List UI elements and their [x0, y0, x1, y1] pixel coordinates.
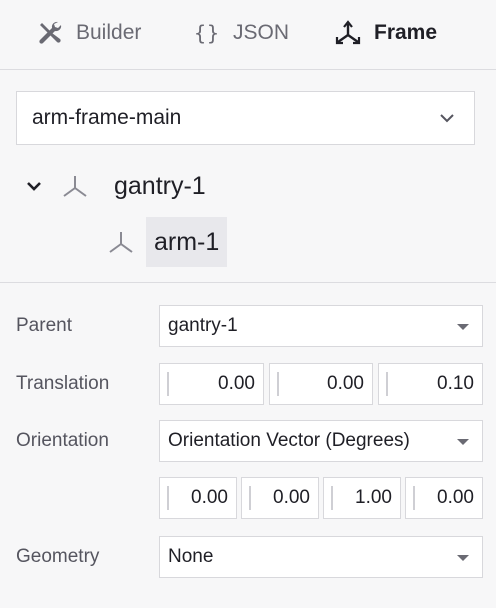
input-handle — [277, 372, 279, 396]
orientation-theta-value: 0.00 — [437, 487, 474, 508]
translation-x-input[interactable]: 0.00 — [159, 363, 264, 405]
section-divider — [0, 282, 496, 283]
input-handle — [167, 486, 169, 510]
tab-builder[interactable]: Builder — [36, 14, 141, 52]
translation-z-input[interactable]: 0.10 — [378, 363, 483, 405]
tree-item-gantry-label: gantry-1 — [114, 171, 206, 200]
tree-item-gantry[interactable]: gantry-1 — [22, 166, 206, 206]
geometry-select-value: None — [168, 546, 214, 567]
tab-bar: Builder {} JSON Frame — [0, 0, 496, 70]
translation-y-value: 0.00 — [327, 373, 364, 394]
braces-icon: {} — [193, 21, 221, 45]
orientation-type-select[interactable]: Orientation Vector (Degrees) — [159, 420, 483, 462]
input-handle — [331, 486, 333, 510]
input-handle — [386, 372, 388, 396]
geometry-select[interactable]: None — [159, 536, 483, 578]
orientation-x-input[interactable]: 0.00 — [159, 477, 237, 519]
frame-select-value: arm-frame-main — [32, 106, 182, 129]
frame-node-icon — [60, 171, 90, 201]
geometry-label: Geometry — [16, 546, 100, 567]
tab-json[interactable]: {} JSON — [193, 14, 289, 52]
frame-axes-icon — [334, 19, 362, 47]
dropdown-arrow-icon — [457, 555, 469, 561]
orientation-y-value: 0.00 — [273, 487, 310, 508]
tools-icon — [36, 19, 64, 47]
tab-frame-label: Frame — [374, 21, 438, 44]
dropdown-arrow-icon — [457, 324, 469, 330]
tree-item-arm[interactable]: arm-1 — [106, 217, 228, 267]
orientation-z-value: 1.00 — [355, 487, 392, 508]
tree-item-arm-selected[interactable]: arm-1 — [146, 217, 228, 267]
parent-select-value: gantry-1 — [168, 315, 238, 336]
tab-frame[interactable]: Frame — [334, 14, 437, 52]
input-handle — [413, 486, 415, 510]
tab-json-label: JSON — [233, 21, 290, 44]
expand-caret-icon[interactable] — [22, 174, 46, 198]
orientation-type-value: Orientation Vector (Degrees) — [168, 430, 410, 451]
frame-node-icon — [106, 227, 136, 257]
translation-x-value: 0.00 — [218, 373, 255, 394]
parent-select[interactable]: gantry-1 — [159, 305, 483, 347]
parent-label: Parent — [16, 315, 72, 336]
translation-z-value: 0.10 — [437, 373, 474, 394]
input-handle — [249, 486, 251, 510]
translation-label: Translation — [16, 373, 110, 394]
tab-builder-label: Builder — [76, 21, 142, 44]
input-handle — [167, 372, 169, 396]
orientation-y-input[interactable]: 0.00 — [241, 477, 319, 519]
tree-item-arm-label: arm-1 — [154, 227, 220, 256]
frame-select[interactable]: arm-frame-main — [16, 91, 475, 145]
orientation-label: Orientation — [16, 430, 109, 451]
chevron-down-icon — [438, 109, 456, 133]
orientation-x-value: 0.00 — [191, 487, 228, 508]
translation-y-input[interactable]: 0.00 — [269, 363, 373, 405]
orientation-theta-input[interactable]: 0.00 — [405, 477, 483, 519]
orientation-z-input[interactable]: 1.00 — [323, 477, 401, 519]
dropdown-arrow-icon — [457, 439, 469, 445]
